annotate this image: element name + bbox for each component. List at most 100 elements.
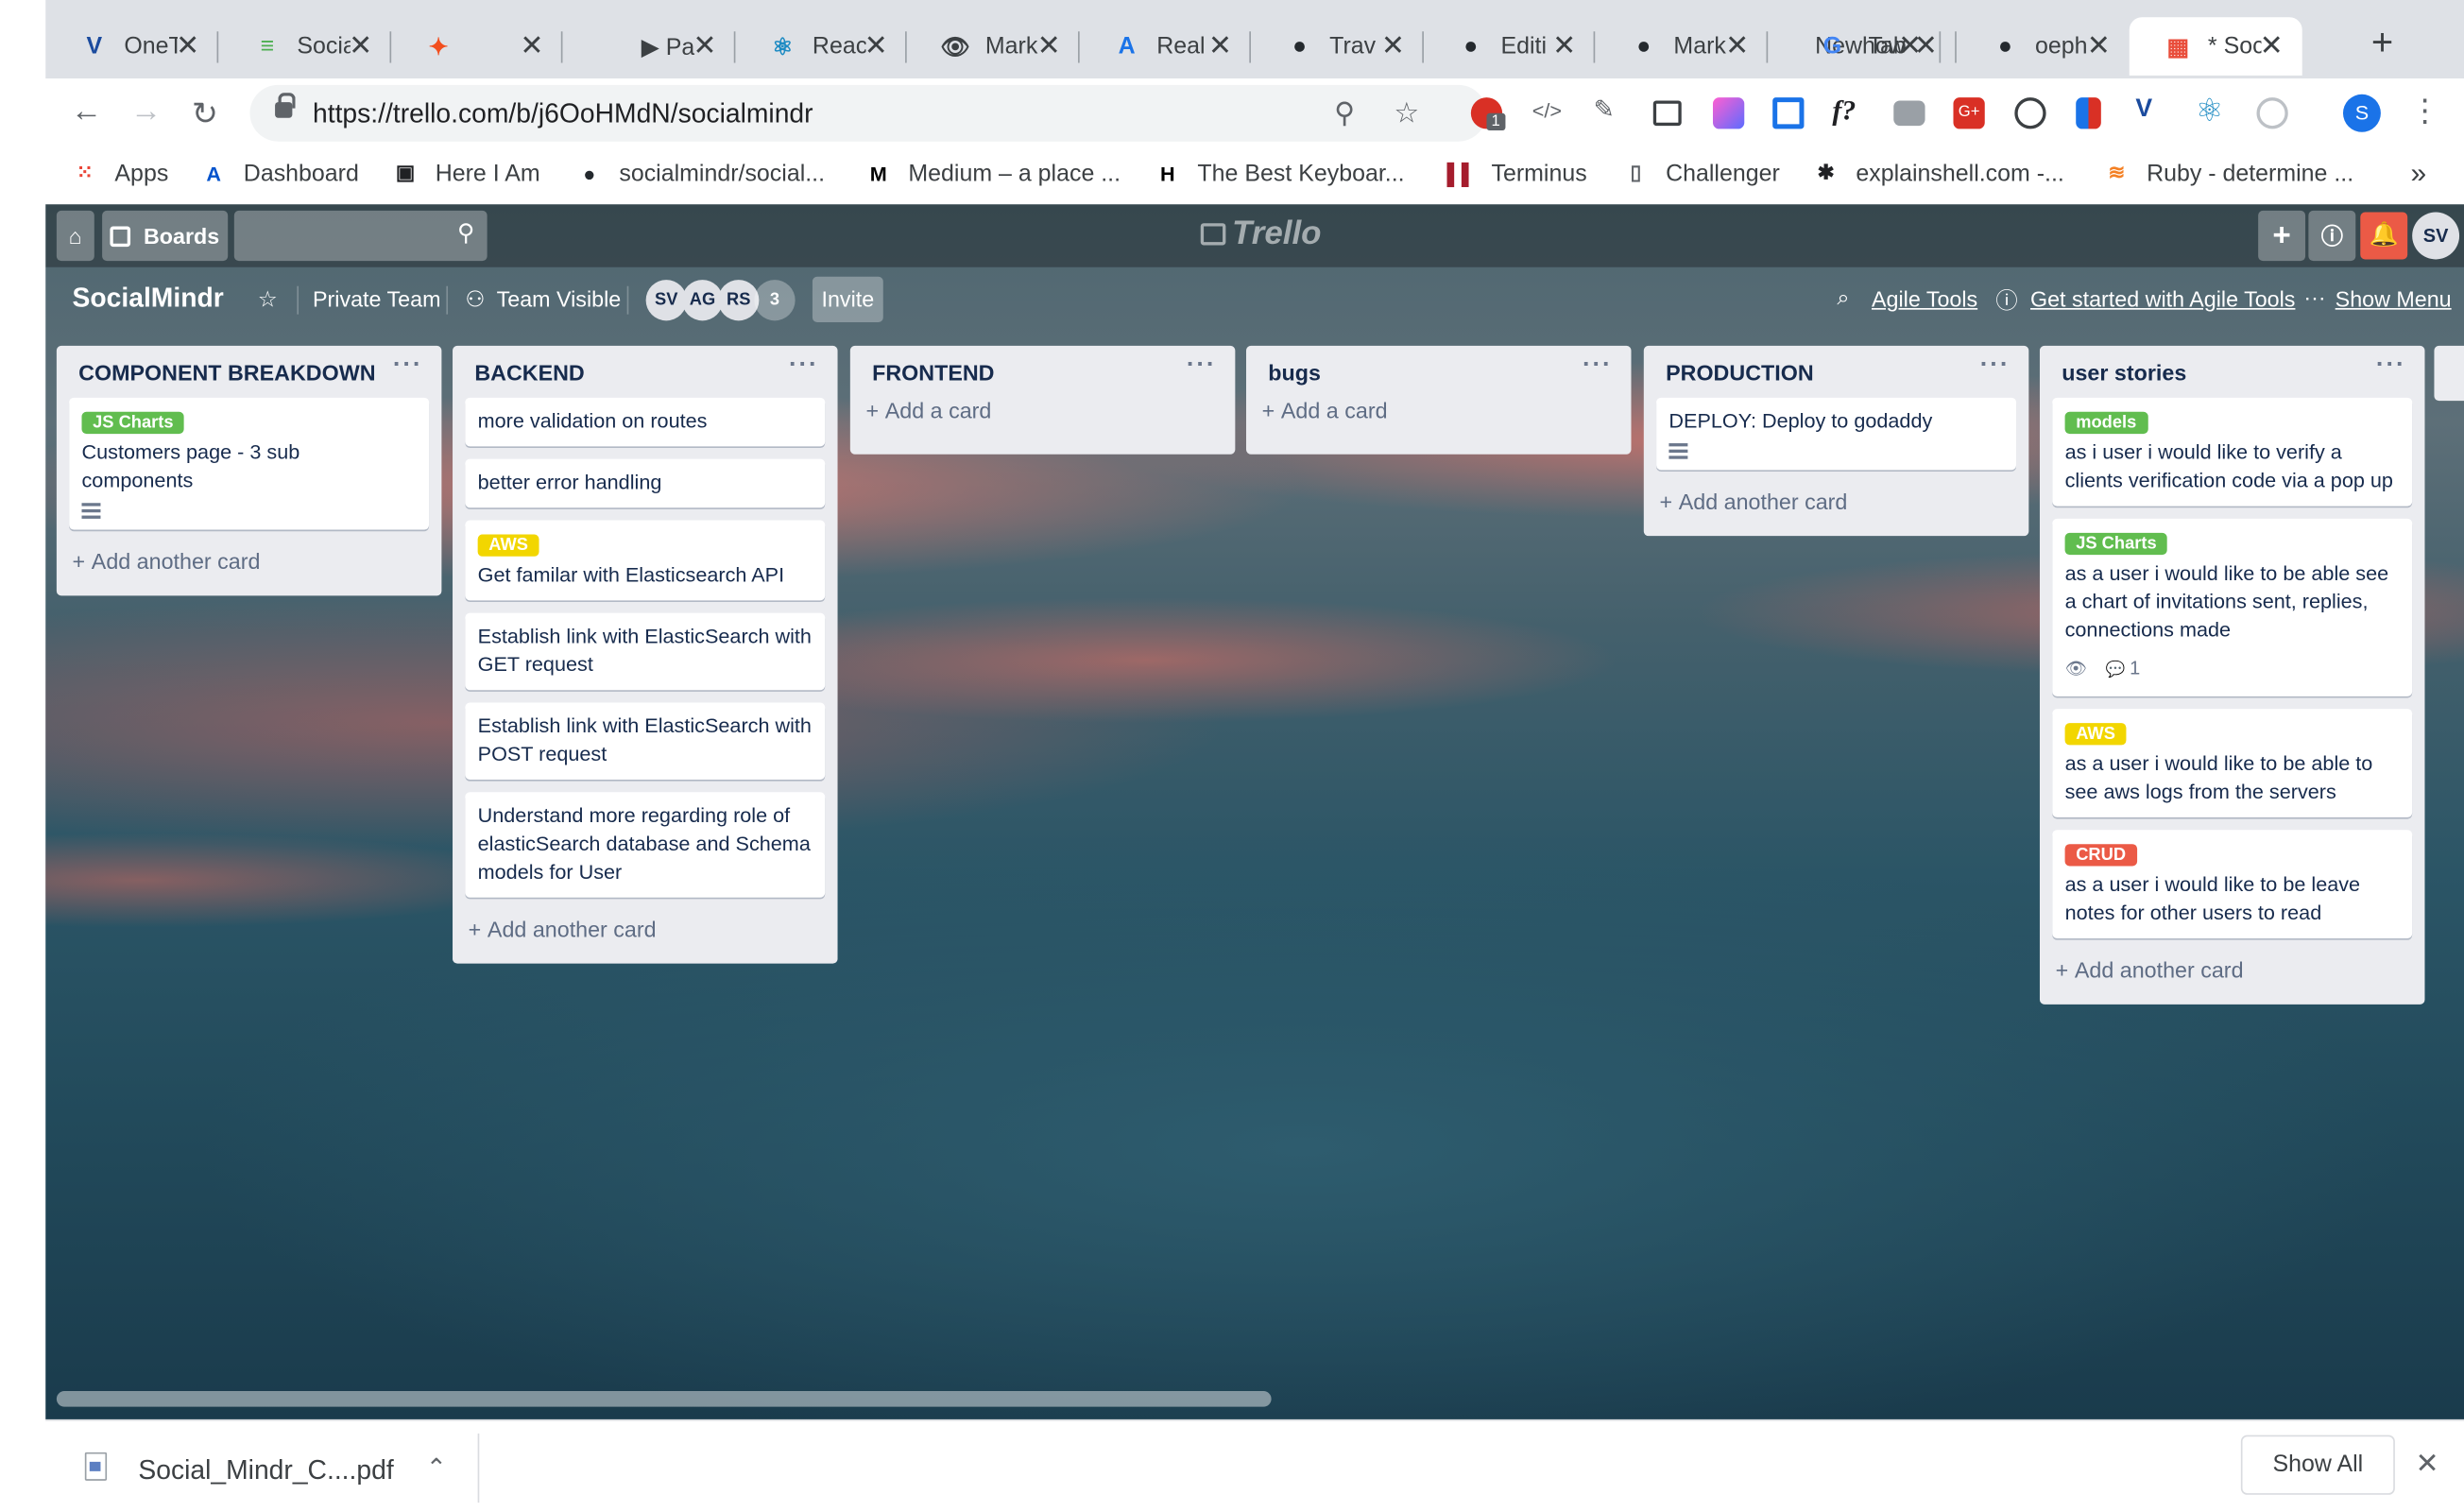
browser-tab[interactable]: ⚛ Reac ✕ [734, 17, 907, 76]
download-filename[interactable]: Social_Mindr_C....pdf [138, 1455, 393, 1486]
tab-close-icon[interactable]: ✕ [349, 30, 372, 63]
list-menu-icon[interactable]: ··· [1980, 352, 2011, 381]
card-label[interactable]: JS Charts [81, 411, 185, 435]
invite-button[interactable]: Invite [812, 276, 883, 322]
zoom-icon[interactable]: ⚲ [1334, 97, 1355, 130]
bookmark-item[interactable]: ▌▌ Terminus [1447, 159, 1587, 187]
team-button[interactable]: Private Team [313, 286, 440, 312]
v-extension-icon[interactable]: V [2135, 95, 2166, 127]
card-label[interactable]: CRUD [2064, 844, 2137, 867]
tab-close-icon[interactable]: ✕ [176, 30, 199, 63]
member-avatar[interactable]: SV [645, 280, 687, 321]
bookmark-item[interactable]: H The Best Keyboar... [1154, 159, 1405, 187]
browser-tab[interactable]: ● Editi ✕ [1422, 17, 1596, 76]
chevron-up-icon[interactable]: ⌃ [426, 1452, 447, 1484]
function-extension-icon[interactable]: f? [1832, 94, 1863, 126]
home-icon[interactable]: ⌂ [56, 210, 94, 262]
next-list-stub[interactable] [2434, 345, 2464, 402]
add-card-button[interactable]: + Add another card [1644, 483, 2029, 537]
user-avatar[interactable]: SV [2412, 212, 2460, 260]
trello-card[interactable]: Establish link with ElasticSearch with G… [465, 612, 826, 691]
braces-extension-icon[interactable] [2014, 97, 2046, 129]
member-avatar[interactable]: AG [681, 280, 724, 321]
back-arrow-icon[interactable]: ← [71, 94, 102, 130]
get-started-link[interactable]: Get started with Agile Tools [2030, 286, 2295, 312]
bookmark-item[interactable]: A Dashboard [199, 159, 358, 187]
agile-tools-link[interactable]: Agile Tools [1872, 286, 1977, 312]
tab-close-icon[interactable]: ✕ [1381, 30, 1405, 63]
browser-tab[interactable]: ● oeph ✕ [1957, 17, 2130, 76]
browser-tab[interactable]: ▶ Pa ✕ [562, 17, 736, 76]
url-text[interactable]: https://trello.com/b/j6OoHMdN/socialmind… [313, 99, 813, 130]
card-label[interactable]: JS Charts [2064, 532, 2168, 556]
card-label[interactable]: models [2064, 411, 2147, 435]
boards-button[interactable]: Boards [102, 210, 229, 262]
reload-icon[interactable]: ↻ [192, 94, 218, 134]
list-title[interactable]: FRONTEND [872, 360, 994, 386]
list-header[interactable]: user stories ··· [2040, 346, 2425, 398]
bookmark-item[interactable]: ⁙ Apps [71, 159, 169, 187]
profile-avatar[interactable]: S [2342, 94, 2381, 132]
trello-list[interactable]: user stories ··· models as i user i would l… [2039, 345, 2425, 1005]
notification-bell-icon[interactable]: 🔔 [2360, 212, 2408, 260]
trello-card[interactable]: JS Charts as a user i would like to be ab… [2052, 518, 2413, 696]
tab-close-icon[interactable]: ✕ [693, 30, 716, 63]
trello-list[interactable]: bugs ··· + Add a card [1245, 345, 1632, 455]
tab-close-icon[interactable]: ✕ [2087, 30, 2111, 63]
browser-tab[interactable]: Ghow ✕ [1784, 17, 1957, 76]
trello-list[interactable]: PRODUCTION ··· DEPLOY: Deploy to godaddy + A… [1643, 345, 2029, 537]
bookmark-item[interactable]: ▯ Challenger [1622, 159, 1780, 187]
add-card-button[interactable]: + Add a card [850, 398, 1236, 455]
target-extension-icon[interactable] [2256, 97, 2288, 129]
horizontal-scrollbar[interactable] [56, 1391, 1272, 1407]
browser-tab[interactable]: ✦ ✕ [389, 17, 563, 76]
camera-icon[interactable] [1893, 100, 1925, 127]
browser-tab[interactable]: ≡ Socia ✕ [218, 17, 392, 76]
tab-close-icon[interactable]: ✕ [520, 30, 543, 63]
list-header[interactable]: bugs ··· [1246, 346, 1632, 398]
trello-card[interactable]: Understand more regarding role of elasti… [465, 792, 826, 898]
add-card-button[interactable]: + Add another card [2040, 951, 2425, 1005]
list-menu-icon[interactable]: ··· [789, 352, 819, 381]
star-icon[interactable]: ☆ [258, 286, 278, 313]
screenshot-icon[interactable] [1652, 100, 1682, 127]
card-label[interactable]: AWS [2064, 723, 2127, 746]
tab-close-icon[interactable]: ✕ [1208, 30, 1232, 63]
tab-close-icon[interactable]: ✕ [1725, 30, 1749, 63]
list-menu-icon[interactable]: ··· [1583, 352, 1613, 381]
menu-kebab-icon[interactable]: ⋮ [2409, 91, 2440, 130]
list-title[interactable]: bugs [1268, 360, 1321, 386]
info-icon[interactable]: ⓘ [2308, 210, 2356, 262]
list-title[interactable]: COMPONENT BREAKDOWN [78, 360, 375, 386]
add-card-button[interactable]: + Add another card [57, 542, 442, 596]
add-card-button[interactable]: + Add another card [453, 910, 838, 964]
code-extension-icon[interactable]: </> [1532, 99, 1564, 130]
trello-card[interactable]: models as i user i would like to verify a… [2052, 397, 2413, 507]
new-tab-plus-icon[interactable]: + [2371, 22, 2393, 66]
tab-close-icon[interactable]: ✕ [1914, 30, 1938, 63]
address-bar[interactable]: https://trello.com/b/j6OoHMdN/socialmind… [249, 84, 1487, 142]
browser-tab[interactable]: 👁 Mark ✕ [907, 17, 1080, 76]
trello-card[interactable]: better error handling [465, 458, 826, 508]
create-plus-icon[interactable]: + [2258, 210, 2306, 262]
trello-card[interactable]: Establish link with ElasticSearch with P… [465, 702, 826, 780]
list-menu-icon[interactable]: ··· [393, 352, 423, 381]
list-title[interactable]: PRODUCTION [1666, 360, 1814, 386]
trello-card[interactable]: more validation on routes [465, 397, 826, 447]
extension-badge-icon[interactable]: 1 [1470, 97, 1505, 131]
bookmark-item[interactable]: ≋ Ruby - determine ... [2102, 159, 2353, 187]
extension-icon[interactable] [2076, 97, 2101, 129]
trello-card[interactable]: JS Charts Customers page - 3 sub componen… [69, 397, 430, 530]
tab-close-icon[interactable]: ✕ [1037, 30, 1061, 63]
list-header[interactable]: FRONTEND ··· [850, 346, 1236, 398]
eyedropper-icon[interactable]: ✎ [1594, 94, 1625, 126]
bookmark-item[interactable]: ▣ Here I Am [391, 159, 540, 187]
add-card-button[interactable]: + Add a card [1246, 398, 1632, 455]
list-title[interactable]: user stories [2062, 360, 2186, 386]
bookmark-item[interactable]: ● socialmindr/social... [575, 159, 825, 187]
bookmark-item[interactable]: ✱ explainshell.com -... [1812, 159, 2064, 187]
card-label[interactable]: AWS [477, 534, 539, 557]
browser-tab[interactable]: ● Trav ✕ [1251, 17, 1424, 76]
list-header[interactable]: PRODUCTION ··· [1644, 346, 2029, 398]
show-menu-link[interactable]: Show Menu [2336, 286, 2452, 312]
